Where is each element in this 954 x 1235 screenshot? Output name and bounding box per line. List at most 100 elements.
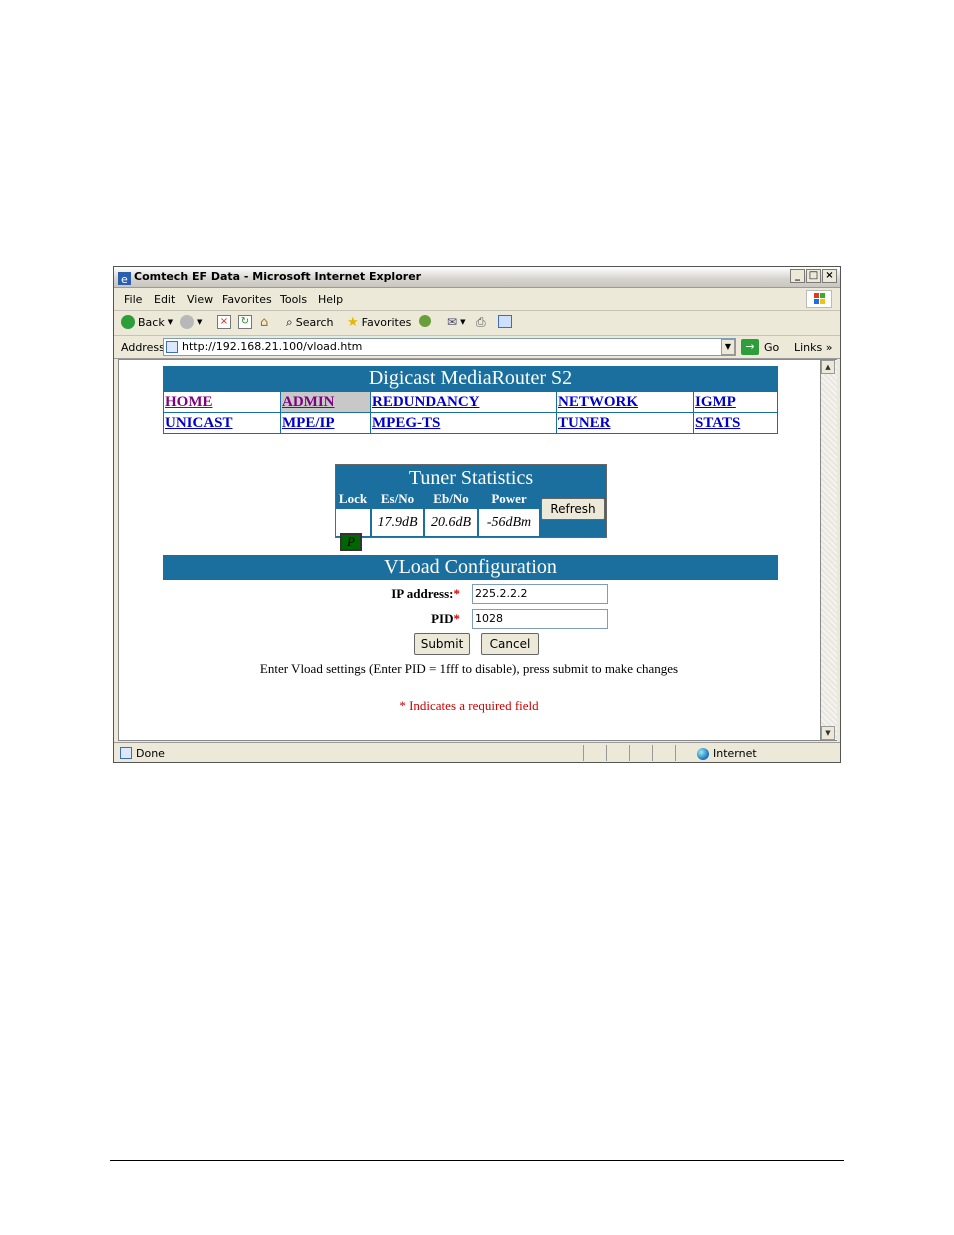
page-done-icon [120, 747, 132, 759]
status-pane [583, 745, 605, 761]
chevron-down-icon: ▼ [460, 318, 466, 326]
nav-mpeip-link[interactable]: MPE/IP [282, 415, 335, 431]
links-label: Links [794, 341, 823, 354]
nav-cell: UNICAST [163, 412, 281, 434]
menu-favorites[interactable]: Favorites [222, 293, 272, 306]
stop-icon: × [217, 315, 231, 329]
scroll-down-icon[interactable]: ▼ [821, 726, 835, 740]
toolbar: Back ▼ ▼ × ↻ ⌂ ⌕ Search ★ Favorites ✉ ▼ [114, 311, 840, 336]
chevron-right-icon: » [825, 341, 833, 354]
links-button[interactable]: Links » [794, 341, 833, 354]
search-label: Search [295, 316, 334, 329]
chevron-down-icon: ▼ [167, 318, 174, 326]
esno-value: 17.9dB [372, 509, 423, 536]
nav-mpegts-link[interactable]: MPEG-TS [372, 415, 440, 431]
nav-igmp-link[interactable]: IGMP [695, 394, 736, 410]
status-pane [629, 745, 651, 761]
browser-window: e Comtech EF Data - Microsoft Internet E… [113, 266, 841, 763]
windows-logo-icon [806, 290, 832, 308]
refresh-icon: ↻ [238, 315, 252, 329]
nav-cell: HOME [163, 391, 281, 413]
pid-label: PID* [319, 611, 460, 627]
lock-cell: P [336, 509, 370, 551]
nav-cell: TUNER [556, 412, 694, 434]
menu-file[interactable]: File [124, 293, 142, 306]
forward-button[interactable]: ▼ [180, 315, 202, 329]
print-button[interactable]: ⎙ [476, 315, 486, 330]
col-power: Power [491, 491, 527, 506]
go-arrow-icon[interactable]: → [741, 339, 759, 355]
menu-view[interactable]: View [187, 293, 213, 306]
window-title: Comtech EF Data - Microsoft Internet Exp… [134, 270, 422, 283]
nav-cell: STATS [693, 412, 778, 434]
address-url: http://192.168.21.100/vload.htm [182, 340, 363, 353]
nav-cell: MPEG-TS [370, 412, 557, 434]
mail-button[interactable]: ✉ ▼ [447, 315, 465, 329]
svg-text:e: e [121, 273, 128, 285]
title-bar[interactable]: e Comtech EF Data - Microsoft Internet E… [114, 267, 840, 288]
menu-edit[interactable]: Edit [154, 293, 175, 306]
nav-cell-active: ADMIN [280, 391, 371, 413]
maximize-button[interactable]: □ [806, 269, 821, 283]
back-button[interactable]: Back ▼ [121, 315, 173, 329]
close-button[interactable]: × [822, 269, 837, 283]
ip-label-text: IP address: [391, 586, 454, 601]
edit-button[interactable] [498, 315, 512, 328]
history-button[interactable] [419, 315, 431, 327]
pid-input[interactable]: 1028 [472, 609, 608, 629]
nav-stats-link[interactable]: STATS [695, 415, 740, 431]
zone-label: Internet [713, 747, 757, 760]
ie-icon: e [118, 270, 131, 286]
vertical-scrollbar[interactable]: ▲ ▼ [821, 359, 837, 741]
ip-address-input[interactable]: 225.2.2.2 [472, 584, 608, 604]
chevron-down-icon: ▼ [724, 342, 732, 351]
nav-admin-link[interactable]: ADMIN [282, 394, 335, 410]
footer-rule [110, 1160, 844, 1161]
window-controls: _ □ × [790, 269, 837, 283]
refresh-button[interactable]: Refresh [541, 498, 605, 520]
address-dropdown-button[interactable]: ▼ [721, 339, 735, 355]
lock-indicator: P [340, 533, 362, 551]
submit-button[interactable]: Submit [414, 633, 470, 655]
security-zone: Internet [697, 747, 757, 760]
cancel-button[interactable]: Cancel [481, 633, 539, 655]
scroll-up-icon[interactable]: ▲ [821, 360, 835, 374]
address-bar: Address http://192.168.21.100/vload.htm … [114, 336, 840, 359]
home-button[interactable]: ⌂ [260, 315, 268, 330]
nav-cell: NETWORK [556, 391, 694, 413]
search-button[interactable]: ⌕ Search [286, 315, 334, 330]
nav-home-link[interactable]: HOME [165, 394, 213, 410]
nav-cell: REDUNDANCY [370, 391, 557, 413]
nav-cell: MPE/IP [280, 412, 371, 434]
status-bar: Done Internet [114, 742, 840, 763]
required-field-note: * Indicates a required field [399, 698, 539, 713]
minimize-button[interactable]: _ [790, 269, 805, 283]
required-mark: * [453, 586, 461, 601]
menu-help[interactable]: Help [318, 293, 343, 306]
nav-unicast-link[interactable]: UNICAST [165, 415, 233, 431]
nav-redundancy-link[interactable]: REDUNDANCY [372, 394, 480, 410]
vload-header: VLoad Configuration [163, 555, 778, 580]
refresh-button[interactable]: ↻ [238, 315, 252, 329]
star-icon: ★ [347, 315, 359, 330]
address-label: Address [121, 341, 165, 354]
favorites-button[interactable]: ★ Favorites [347, 315, 411, 330]
page-content: Digicast MediaRouter S2 HOME ADMIN REDUN… [118, 359, 821, 741]
address-input[interactable]: http://192.168.21.100/vload.htm [163, 338, 736, 356]
nav-cell: IGMP [693, 391, 778, 413]
col-lock: Lock [338, 491, 368, 506]
go-button[interactable]: Go [764, 341, 779, 354]
stop-button[interactable]: × [217, 315, 231, 329]
nav-table: HOME ADMIN REDUNDANCY NETWORK IGMP UNICA… [163, 391, 778, 434]
tuner-title: Tuner Statistics [408, 467, 534, 489]
required-mark: * [453, 611, 461, 626]
nav-network-link[interactable]: NETWORK [558, 394, 638, 410]
vload-instructions: Enter Vload settings (Enter PID = 1fff t… [259, 661, 679, 676]
nav-tuner-link[interactable]: TUNER [558, 415, 611, 431]
history-icon [419, 315, 431, 327]
page-icon [166, 341, 178, 353]
page-header: Digicast MediaRouter S2 [163, 366, 778, 391]
menu-tools[interactable]: Tools [280, 293, 307, 306]
back-label: Back [138, 315, 165, 329]
back-arrow-icon [121, 315, 135, 329]
